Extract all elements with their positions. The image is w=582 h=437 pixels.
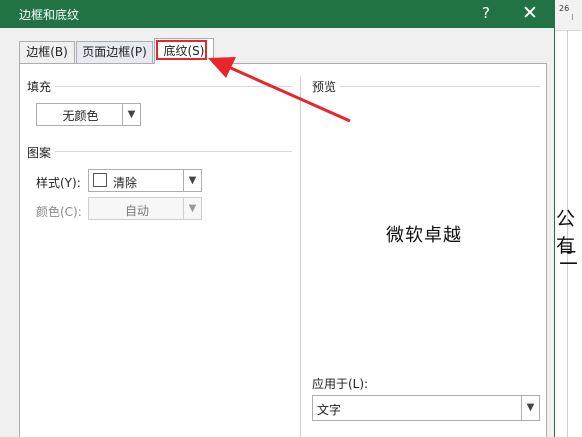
chevron-down-icon[interactable]: ▼ (521, 396, 539, 420)
pattern-swatch (93, 173, 107, 187)
preview-group-label: 预览 (312, 78, 341, 95)
ruler-number: 26 (559, 4, 570, 13)
pattern-style-value: 清除 (113, 176, 138, 190)
tab-shading[interactable]: 底纹(S) (154, 38, 214, 64)
panel-divider (300, 76, 301, 437)
pattern-color-value: 自动 (124, 204, 149, 218)
borders-shading-dialog: 边框和底纹 ? ✕ 边框(B) 页面边框(P) 底纹(S) 填充 无颜色 ▼ 图… (0, 0, 555, 437)
pattern-group-line (27, 151, 292, 152)
pattern-color-select[interactable]: 自动 ▼ (88, 197, 202, 220)
dialog-title: 边框和底纹 (19, 8, 80, 22)
chevron-down-icon[interactable]: ▼ (183, 170, 201, 191)
chevron-down-icon[interactable]: ▼ (122, 104, 140, 125)
chevron-down-icon[interactable]: ▼ (183, 198, 201, 219)
pattern-style-select[interactable]: 清除 ▼ (88, 169, 202, 192)
fill-group-label: 填充 (27, 78, 56, 95)
ruler-tick (572, 14, 573, 20)
close-icon[interactable]: ✕ (510, 0, 550, 28)
preview-sample-text: 微软卓越 (386, 225, 462, 246)
fill-color-select[interactable]: 无颜色 ▼ (36, 103, 141, 126)
apply-to-value: 文字 (317, 403, 342, 417)
document-text-line: 二 (559, 247, 579, 269)
tab-page-border[interactable]: 页面边框(P) (76, 41, 153, 63)
preview-group-line (312, 86, 540, 87)
help-icon[interactable]: ? (466, 0, 506, 28)
style-label: 样式(Y): (36, 176, 81, 190)
dialog-titlebar: 边框和底纹 ? ✕ (0, 0, 555, 28)
apply-to-label: 应用于(L): (312, 377, 369, 391)
fill-color-value: 无颜色 (62, 109, 99, 123)
apply-to-select[interactable]: 文字 ▼ (312, 395, 540, 421)
fill-group-line (27, 86, 292, 87)
color-label: 颜色(C): (36, 205, 82, 219)
tab-borders[interactable]: 边框(B) (19, 41, 75, 63)
pattern-group-label: 图案 (27, 144, 56, 161)
